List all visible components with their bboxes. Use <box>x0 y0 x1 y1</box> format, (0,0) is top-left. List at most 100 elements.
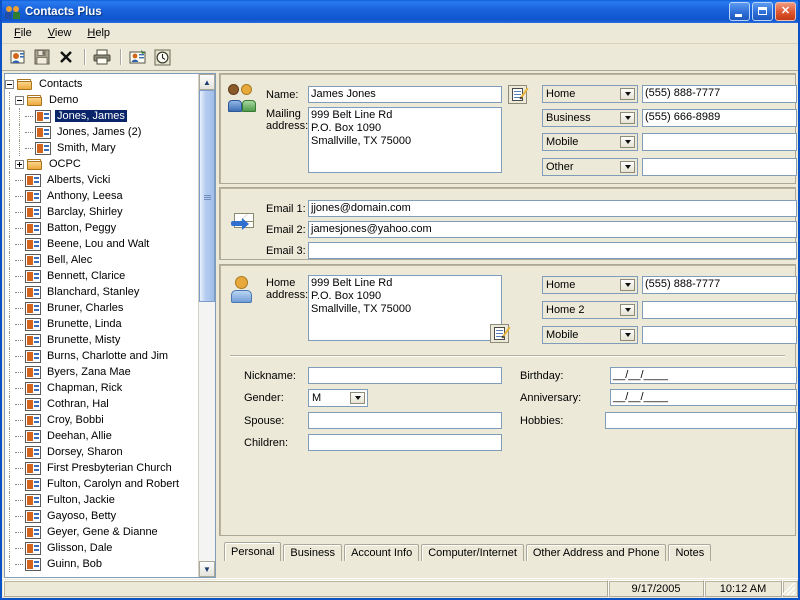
edit-home-address-button[interactable] <box>490 324 509 343</box>
tree-item[interactable]: Anthony, Leesa <box>5 188 198 204</box>
tree-item[interactable]: Deehan, Allie <box>5 428 198 444</box>
minimize-button[interactable] <box>729 2 750 21</box>
tab-computer-internet[interactable]: Computer/Internet <box>421 544 524 561</box>
nickname-field[interactable] <box>308 367 502 384</box>
tab-notes[interactable]: Notes <box>668 544 711 561</box>
mailing-phone-type-4[interactable]: Other <box>542 158 638 176</box>
home-phone-number-2[interactable] <box>642 301 797 319</box>
tree-item[interactable]: First Presbyterian Church <box>5 460 198 476</box>
mailing-phone-number-1[interactable]: (555) 888-7777 <box>642 85 797 103</box>
tree-item[interactable]: Fulton, Carolyn and Robert <box>5 476 198 492</box>
chevron-down-icon[interactable] <box>620 88 635 100</box>
tree-item[interactable]: Contacts <box>5 76 198 92</box>
tree-item[interactable]: Bell, Alec <box>5 252 198 268</box>
home-phone-type-2[interactable]: Home 2 <box>542 301 638 319</box>
tree-item[interactable]: Demo <box>5 92 198 108</box>
tree-item[interactable]: Fulton, Jackie <box>5 492 198 508</box>
email-3-field[interactable] <box>308 242 797 259</box>
mailing-phone-type-2[interactable]: Business <box>542 109 638 127</box>
spouse-field[interactable] <box>308 412 502 429</box>
menu-file[interactable]: File <box>6 25 40 41</box>
scrollbar-thumb[interactable] <box>199 90 215 302</box>
chevron-down-icon[interactable] <box>620 279 635 291</box>
email-1-field[interactable]: jjones@domain.com <box>308 200 797 217</box>
tree-item[interactable]: Barclay, Shirley <box>5 204 198 220</box>
reminder-clock-icon[interactable] <box>151 46 173 68</box>
new-contact-icon[interactable] <box>7 46 29 68</box>
save-icon[interactable] <box>31 46 53 68</box>
tab-business[interactable]: Business <box>283 544 342 561</box>
chevron-down-icon[interactable] <box>620 304 635 316</box>
tree-item[interactable]: Jones, James (2) <box>5 124 198 140</box>
home-phone-type-3[interactable]: Mobile <box>542 326 638 344</box>
home-address-field[interactable]: 999 Belt Line Rd P.O. Box 1090 Smallvill… <box>308 275 502 341</box>
tree-guide <box>5 364 15 380</box>
tab-account-info[interactable]: Account Info <box>344 544 419 561</box>
gender-select[interactable]: M <box>308 389 368 407</box>
contact-detail-pane: Name: James Jones Mailing address: 999 B… <box>219 73 796 578</box>
tree-item[interactable]: Guinn, Bob <box>5 556 198 572</box>
tree-item[interactable]: Burns, Charlotte and Jim <box>5 348 198 364</box>
tree-item[interactable]: Gayoso, Betty <box>5 508 198 524</box>
tree-item[interactable]: Brunette, Misty <box>5 332 198 348</box>
mailing-address-field[interactable]: 999 Belt Line Rd P.O. Box 1090 Smallvill… <box>308 107 502 173</box>
birthday-field[interactable]: __/__/____ <box>610 367 797 384</box>
mailing-phone-number-2[interactable]: (555) 666-8989 <box>642 109 797 127</box>
scroll-down-button[interactable]: ▼ <box>199 561 215 577</box>
collapse-icon[interactable] <box>5 80 14 89</box>
chevron-down-icon[interactable] <box>350 392 365 404</box>
tree-item[interactable]: Dorsey, Sharon <box>5 444 198 460</box>
expand-icon[interactable] <box>15 160 24 169</box>
scrollbar-track[interactable] <box>199 90 215 561</box>
delete-icon[interactable] <box>55 46 77 68</box>
tree-item[interactable]: OCPC <box>5 156 198 172</box>
tree-item[interactable]: Glisson, Dale <box>5 540 198 556</box>
chevron-down-icon[interactable] <box>620 329 635 341</box>
tab-other-address-and-phone[interactable]: Other Address and Phone <box>526 544 667 561</box>
contacts-tree[interactable]: ContactsDemoJones, JamesJones, James (2)… <box>5 74 198 577</box>
anniversary-field[interactable]: __/__/____ <box>610 389 797 406</box>
hobbies-field[interactable] <box>605 412 797 429</box>
mailing-phone-number-4[interactable] <box>642 158 797 176</box>
tree-guide <box>5 492 15 508</box>
tree-item[interactable]: Smith, Mary <box>5 140 198 156</box>
tree-item[interactable]: Jones, James <box>5 108 198 124</box>
chevron-down-icon[interactable] <box>620 112 635 124</box>
mailing-phone-type-3[interactable]: Mobile <box>542 133 638 151</box>
edit-name-button[interactable] <box>508 85 527 104</box>
name-field[interactable]: James Jones <box>308 86 502 103</box>
tree-item[interactable]: Geyer, Gene & Dianne <box>5 524 198 540</box>
tree-item[interactable]: Alberts, Vicki <box>5 172 198 188</box>
chevron-down-icon[interactable] <box>620 136 635 148</box>
print-icon[interactable] <box>91 46 113 68</box>
tree-item[interactable]: Croy, Bobbi <box>5 412 198 428</box>
contact-card-icon <box>25 430 41 443</box>
children-field[interactable] <box>308 434 502 451</box>
home-phone-type-1[interactable]: Home <box>542 276 638 294</box>
address-card-icon[interactable] <box>127 46 149 68</box>
tab-personal[interactable]: Personal <box>224 542 281 561</box>
mailing-phone-number-3[interactable] <box>642 133 797 151</box>
tree-item[interactable]: Blanchard, Stanley <box>5 284 198 300</box>
tree-item[interactable]: Beene, Lou and Walt <box>5 236 198 252</box>
menu-help[interactable]: Help <box>79 25 118 41</box>
chevron-down-icon[interactable] <box>620 161 635 173</box>
menu-view[interactable]: View <box>40 25 80 41</box>
scroll-up-button[interactable]: ▲ <box>199 74 215 90</box>
mailing-phone-type-1[interactable]: Home <box>542 85 638 103</box>
home-phone-number-3[interactable] <box>642 326 797 344</box>
maximize-button[interactable] <box>752 2 773 21</box>
tree-item[interactable]: Byers, Zana Mae <box>5 364 198 380</box>
tree-item[interactable]: Bruner, Charles <box>5 300 198 316</box>
email-2-field[interactable]: jamesjones@yahoo.com <box>308 221 797 238</box>
close-button[interactable]: ✕ <box>775 2 796 21</box>
resize-grip[interactable] <box>782 580 798 597</box>
tree-scrollbar[interactable]: ▲ ▼ <box>198 74 215 577</box>
tree-item[interactable]: Bennett, Clarice <box>5 268 198 284</box>
home-phone-number-1[interactable]: (555) 888-7777 <box>642 276 797 294</box>
tree-item[interactable]: Cothran, Hal <box>5 396 198 412</box>
tree-item[interactable]: Brunette, Linda <box>5 316 198 332</box>
tree-item[interactable]: Batton, Peggy <box>5 220 198 236</box>
tree-item[interactable]: Chapman, Rick <box>5 380 198 396</box>
collapse-icon[interactable] <box>15 96 24 105</box>
